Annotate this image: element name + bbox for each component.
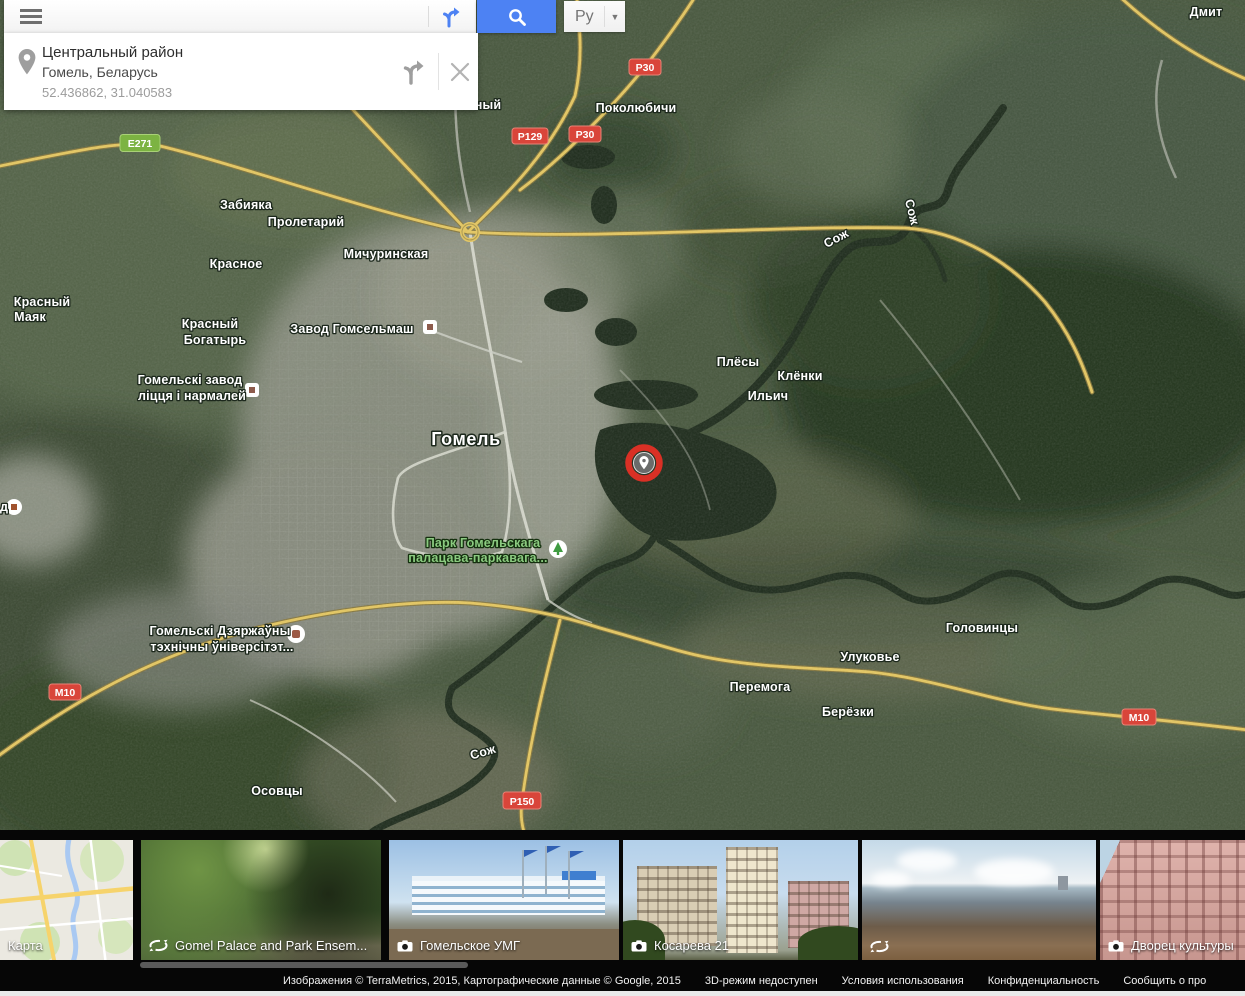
language-selector[interactable]: Ру ▼	[564, 1, 625, 32]
label-plyosy: Плёсы	[717, 355, 760, 369]
link-report-problem[interactable]: Сообщить о про	[1123, 975, 1206, 991]
map-canvas[interactable]: E271 Р129 Р30 Р30 М10 М10 Р150 Дмит Поко…	[0, 0, 1245, 830]
label-zavod-littsya-2: ліцця і нармалей	[138, 389, 246, 403]
label-krasny-bogatyr-2: Богатырь	[184, 333, 247, 347]
label-peremoga: Перемога	[730, 680, 792, 694]
label-golovintsy: Головинцы	[946, 621, 1018, 635]
carousel-scrollbar[interactable]	[140, 962, 468, 968]
flag-art	[522, 850, 524, 898]
satellite-grain	[0, 0, 1245, 830]
chevron-down-icon[interactable]: ▼	[605, 12, 625, 22]
label-michurinskaya: Мичуринская	[344, 247, 429, 261]
tile-label-umg: Гомельское УМГ	[420, 938, 520, 953]
photo-tile-umg[interactable]: Гомельское УМГ	[389, 840, 619, 960]
hamburger-menu-icon[interactable]	[20, 9, 42, 25]
location-marker[interactable]	[629, 448, 660, 479]
label-osovtsy: Осовцы	[251, 784, 303, 798]
camera-icon	[1108, 940, 1124, 952]
place-coordinates: 52.436862, 31.040583	[42, 85, 172, 100]
building-banner-art	[562, 871, 596, 880]
search-button[interactable]	[477, 0, 556, 33]
shield-p30: Р30	[576, 129, 595, 141]
factory-poi-icon[interactable]	[245, 383, 259, 397]
building-art	[412, 876, 605, 915]
edge-poi-icon[interactable]	[6, 499, 22, 515]
shield-m10: М10	[55, 687, 76, 699]
label-klyonki: Клёнки	[777, 369, 822, 383]
link-terms[interactable]: Условия использования	[842, 975, 964, 991]
cloud-art	[871, 871, 911, 887]
shield-p150: Р150	[510, 796, 535, 808]
tile-label-karta: Карта	[8, 938, 43, 953]
link-3d-unavailable: 3D-режим недоступен	[705, 975, 818, 991]
map-attribution: Изображения © TerraMetrics, 2015, Картог…	[283, 975, 681, 991]
label-beryozki: Берёзки	[822, 705, 874, 719]
label-krasny-mayak-2: Маяк	[14, 310, 46, 324]
label-university-1: Гомельскі Дзяржаўны	[149, 624, 290, 638]
search-bar[interactable]	[4, 0, 476, 33]
label-park-1: Парк Гомельскага	[426, 536, 541, 550]
shield-p129: Р129	[518, 131, 543, 143]
place-title: Центральный район	[42, 44, 183, 61]
label-park-2: палацава-паркавага...	[408, 551, 547, 565]
language-label: Ру	[564, 8, 604, 26]
tile-label-palace-park: Gomel Palace and Park Ensem...	[175, 938, 367, 953]
close-icon[interactable]	[447, 59, 473, 85]
label-ilich: Ильич	[748, 389, 789, 403]
place-subtitle: Гомель, Беларусь	[42, 64, 158, 80]
label-partial-d: д	[0, 500, 8, 514]
label-dmit-partial: Дмит	[1190, 5, 1223, 19]
shield-p30: Р30	[636, 62, 655, 74]
label-gomselmash: Завод Гомсельмаш	[290, 322, 413, 336]
shield-m10: М10	[1129, 712, 1150, 724]
photo-tile-palace-culture[interactable]: Дворец культуры	[1100, 840, 1245, 960]
building-art	[726, 847, 778, 953]
camera-icon	[631, 940, 647, 952]
park-tree-icon[interactable]	[549, 540, 567, 558]
photo-tile-lake-pano[interactable]	[862, 840, 1096, 960]
label-partial-nyi: ный	[475, 98, 502, 112]
label-krasnoye: Красное	[210, 257, 263, 271]
flag-art	[545, 846, 547, 894]
link-privacy[interactable]: Конфиденциальность	[988, 975, 1100, 991]
place-info-card: Центральный район Гомель, Беларусь 52.43…	[4, 33, 478, 110]
photo-tile-kosareva[interactable]: Косарева 21	[623, 840, 858, 960]
label-university-2: тэхнічны ўніверсітэт...	[150, 640, 293, 654]
cloud-art	[974, 859, 1054, 885]
photosphere-icon	[149, 939, 168, 952]
tree-art	[798, 926, 858, 960]
camera-icon	[397, 940, 413, 952]
search-icon	[507, 7, 527, 27]
label-pokolyubichi: Поколюбичи	[596, 101, 677, 115]
photosphere-icon	[870, 940, 889, 953]
photo-carousel-panel: Карта Gomel Palace and Park Ensem... Гом…	[0, 830, 1245, 991]
flag-art	[568, 851, 570, 899]
footer-bar: Изображения © TerraMetrics, 2015, Картог…	[283, 975, 1245, 991]
label-zavod-littsya-1: Гомельскі завод	[138, 373, 243, 387]
label-ulukovye: Улуковье	[840, 650, 899, 664]
card-directions-icon[interactable]	[398, 57, 428, 87]
photo-tile-palace-park[interactable]: Gomel Palace and Park Ensem...	[141, 840, 381, 960]
marker-pin-hole	[642, 459, 645, 462]
city-silhouette-art	[1058, 876, 1068, 890]
satellite-map[interactable]: E271 Р129 Р30 Р30 М10 М10 Р150 Дмит Поко…	[0, 0, 1245, 830]
factory-poi-icon[interactable]	[423, 320, 437, 334]
bottom-edge-strip	[0, 991, 1245, 996]
label-proletariy: Пролетарий	[268, 215, 345, 229]
tile-label-kosareva: Косарева 21	[654, 938, 729, 953]
label-krasny-bogatyr-1: Красный	[182, 317, 238, 331]
card-divider	[438, 53, 439, 90]
directions-icon[interactable]	[438, 4, 464, 30]
place-pin-icon	[17, 48, 37, 78]
cloud-art	[897, 850, 957, 872]
label-krasny-mayak-1: Красный	[14, 295, 70, 309]
label-zabiyaka: Забияка	[220, 198, 273, 212]
tile-label-dvorets: Дворец культуры	[1131, 938, 1234, 953]
toolbar-divider	[428, 6, 429, 27]
shield-e271: E271	[128, 138, 153, 150]
label-gomel-city: Гомель	[431, 429, 501, 449]
map-thumbnail-tile[interactable]: Карта	[0, 840, 133, 960]
